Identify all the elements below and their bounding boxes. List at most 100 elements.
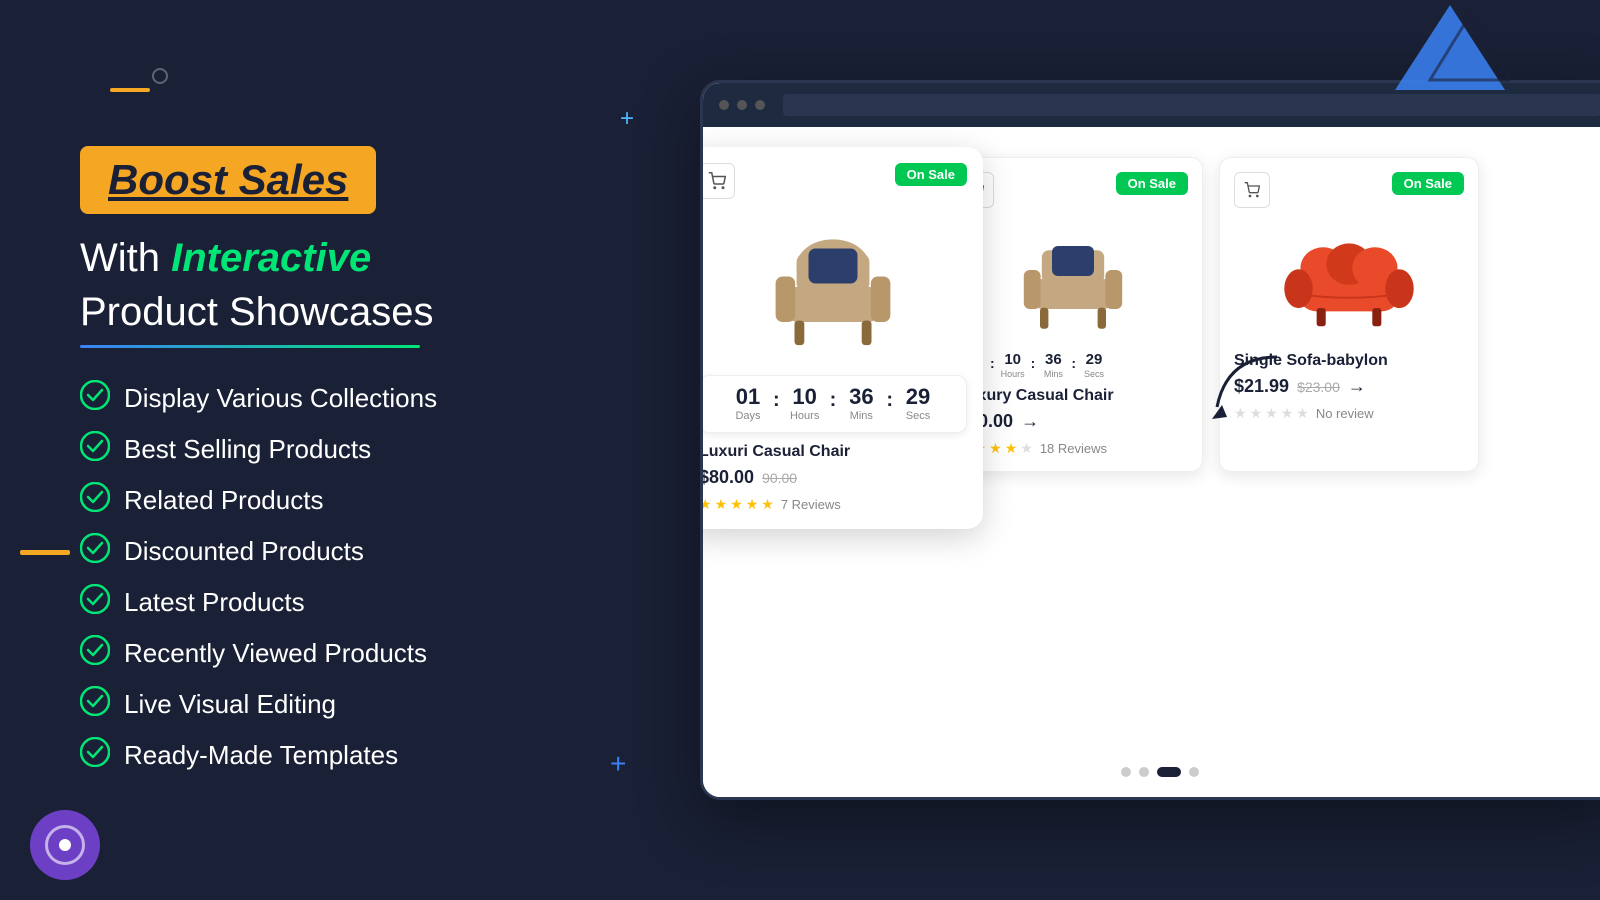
left-panel: Boost Sales With Interactive Product Sho… <box>0 0 640 900</box>
logo-inner-ring <box>45 825 85 865</box>
headline-badge-text: Boost Sales <box>108 156 348 203</box>
browser-mockup: On Sale <box>700 80 1600 800</box>
logo-circle <box>30 810 100 880</box>
check-icon-4 <box>80 533 110 570</box>
check-icon-8 <box>80 737 110 774</box>
mins-number-1: 36 <box>849 386 873 408</box>
feature-item-3: Related Products <box>80 482 580 519</box>
right-panel: On Sale <box>640 0 1600 900</box>
secs-number-1: 29 <box>906 386 930 408</box>
product-image-2 <box>958 214 1188 344</box>
product-image-3 <box>1234 214 1464 344</box>
check-icon-1 <box>80 380 110 417</box>
dot-1[interactable] <box>1121 767 1131 777</box>
feature-text-8: Ready-Made Templates <box>124 740 398 771</box>
feature-list: Display Various Collections Best Selling… <box>80 380 580 774</box>
star-4: ★ <box>1005 440 1018 457</box>
feature-item-6: Recently Viewed Products <box>80 635 580 672</box>
browser-dot-1 <box>719 100 729 110</box>
check-icon-2 <box>80 431 110 468</box>
feature-text-6: Recently Viewed Products <box>124 638 427 669</box>
countdown-timer-1: 01 Days : 10 Hours : 36 Mins <box>703 375 967 433</box>
colon-2: : <box>830 389 837 412</box>
feature-text-3: Related Products <box>124 485 323 516</box>
product-name-2: Luxury Casual Chair <box>958 387 1188 405</box>
arrow-right-3: → <box>1348 376 1366 397</box>
check-icon-7 <box>80 686 110 723</box>
mins-label-1: Mins <box>850 410 873 422</box>
with-text: With <box>80 236 171 280</box>
feature-item-8: Ready-Made Templates <box>80 737 580 774</box>
feature-text-2: Best Selling Products <box>124 434 371 465</box>
secs-label-1: Secs <box>906 410 930 422</box>
product-stars-2: ★ ★ ★ ★ ★ 18 Reviews <box>958 440 1188 457</box>
star-5: ★ <box>761 496 774 513</box>
days-number-1: 01 <box>736 386 760 408</box>
browser-content: On Sale <box>703 127 1600 797</box>
dot-2[interactable] <box>1139 767 1149 777</box>
days-label-1: Days <box>735 410 760 422</box>
colon-3: : <box>886 389 893 412</box>
logo-dot <box>59 839 71 851</box>
old-price-3: $23.00 <box>1297 379 1340 395</box>
hours-number-1: 10 <box>792 386 816 408</box>
star-2: ★ <box>715 496 728 513</box>
on-sale-badge-2: On Sale <box>1116 172 1188 195</box>
colon-1: : <box>773 389 780 412</box>
feature-item-4: Discounted Products <box>80 533 580 570</box>
card-header-1: On Sale <box>703 163 967 199</box>
feature-item-5: Latest Products <box>80 584 580 621</box>
curved-arrow <box>1197 347 1297 427</box>
feature-item-2: Best Selling Products <box>80 431 580 468</box>
dot-4[interactable] <box>1189 767 1199 777</box>
check-icon-5 <box>80 584 110 621</box>
dot-3-active[interactable] <box>1157 767 1181 777</box>
cart-button-1[interactable] <box>703 163 735 199</box>
headline-badge: Boost Sales <box>80 146 376 214</box>
star-5: ★ <box>1296 405 1309 422</box>
reviews-count-1: 7 Reviews <box>781 497 841 512</box>
on-sale-badge-3: On Sale <box>1392 172 1464 195</box>
timer-mins-1: 36 Mins <box>842 386 880 422</box>
old-price-1: 90.00 <box>762 470 797 486</box>
feature-item-7: Live Visual Editing <box>80 686 580 723</box>
product-stars-1: ★ ★ ★ ★ ★ 7 Reviews <box>703 496 967 513</box>
star-5: ★ <box>1020 440 1033 457</box>
feature-text-4: Discounted Products <box>124 536 364 567</box>
pagination-dots <box>1121 767 1199 777</box>
feature-item-1: Display Various Collections <box>80 380 580 417</box>
product-price-2: $80.00 → <box>958 411 1188 432</box>
star-4: ★ <box>746 496 759 513</box>
check-icon-6 <box>80 635 110 672</box>
card-header-2: On Sale <box>958 172 1188 208</box>
timer-hours-1: 10 Hours <box>786 386 824 422</box>
arrow-right-2: → <box>1021 411 1039 432</box>
reviews-count-2: 18 Reviews <box>1040 441 1107 456</box>
subheadline-with: With Interactive <box>80 234 580 282</box>
browser-dot-3 <box>755 100 765 110</box>
cart-button-3[interactable] <box>1234 172 1270 208</box>
star-1: ★ <box>703 496 712 513</box>
product-card-float: On Sale <box>703 147 983 529</box>
interactive-text: Interactive <box>171 236 371 280</box>
reviews-count-3: No review <box>1316 406 1374 421</box>
product-image-1 <box>703 207 967 367</box>
current-price-1: $80.00 <box>703 467 754 488</box>
star-3: ★ <box>730 496 743 513</box>
product-price-1: $80.00 90.00 <box>703 467 967 488</box>
check-icon-3 <box>80 482 110 519</box>
triangle-deco <box>1390 0 1510 105</box>
timer-days-1: 01 Days <box>729 386 767 422</box>
star-3: ★ <box>989 440 1002 457</box>
feature-text-1: Display Various Collections <box>124 383 437 414</box>
browser-dot-2 <box>737 100 747 110</box>
subheadline-line2: Product Showcases <box>80 290 580 335</box>
hours-label-1: Hours <box>790 410 819 422</box>
feature-text-7: Live Visual Editing <box>124 689 336 720</box>
feature-text-5: Latest Products <box>124 587 305 618</box>
product-name-1: Luxuri Casual Chair <box>703 443 967 461</box>
timer-secs-1: 29 Secs <box>899 386 937 422</box>
card-header-3: On Sale <box>1234 172 1464 208</box>
products-area: On Sale <box>703 127 1600 797</box>
underline-bar <box>80 345 420 348</box>
